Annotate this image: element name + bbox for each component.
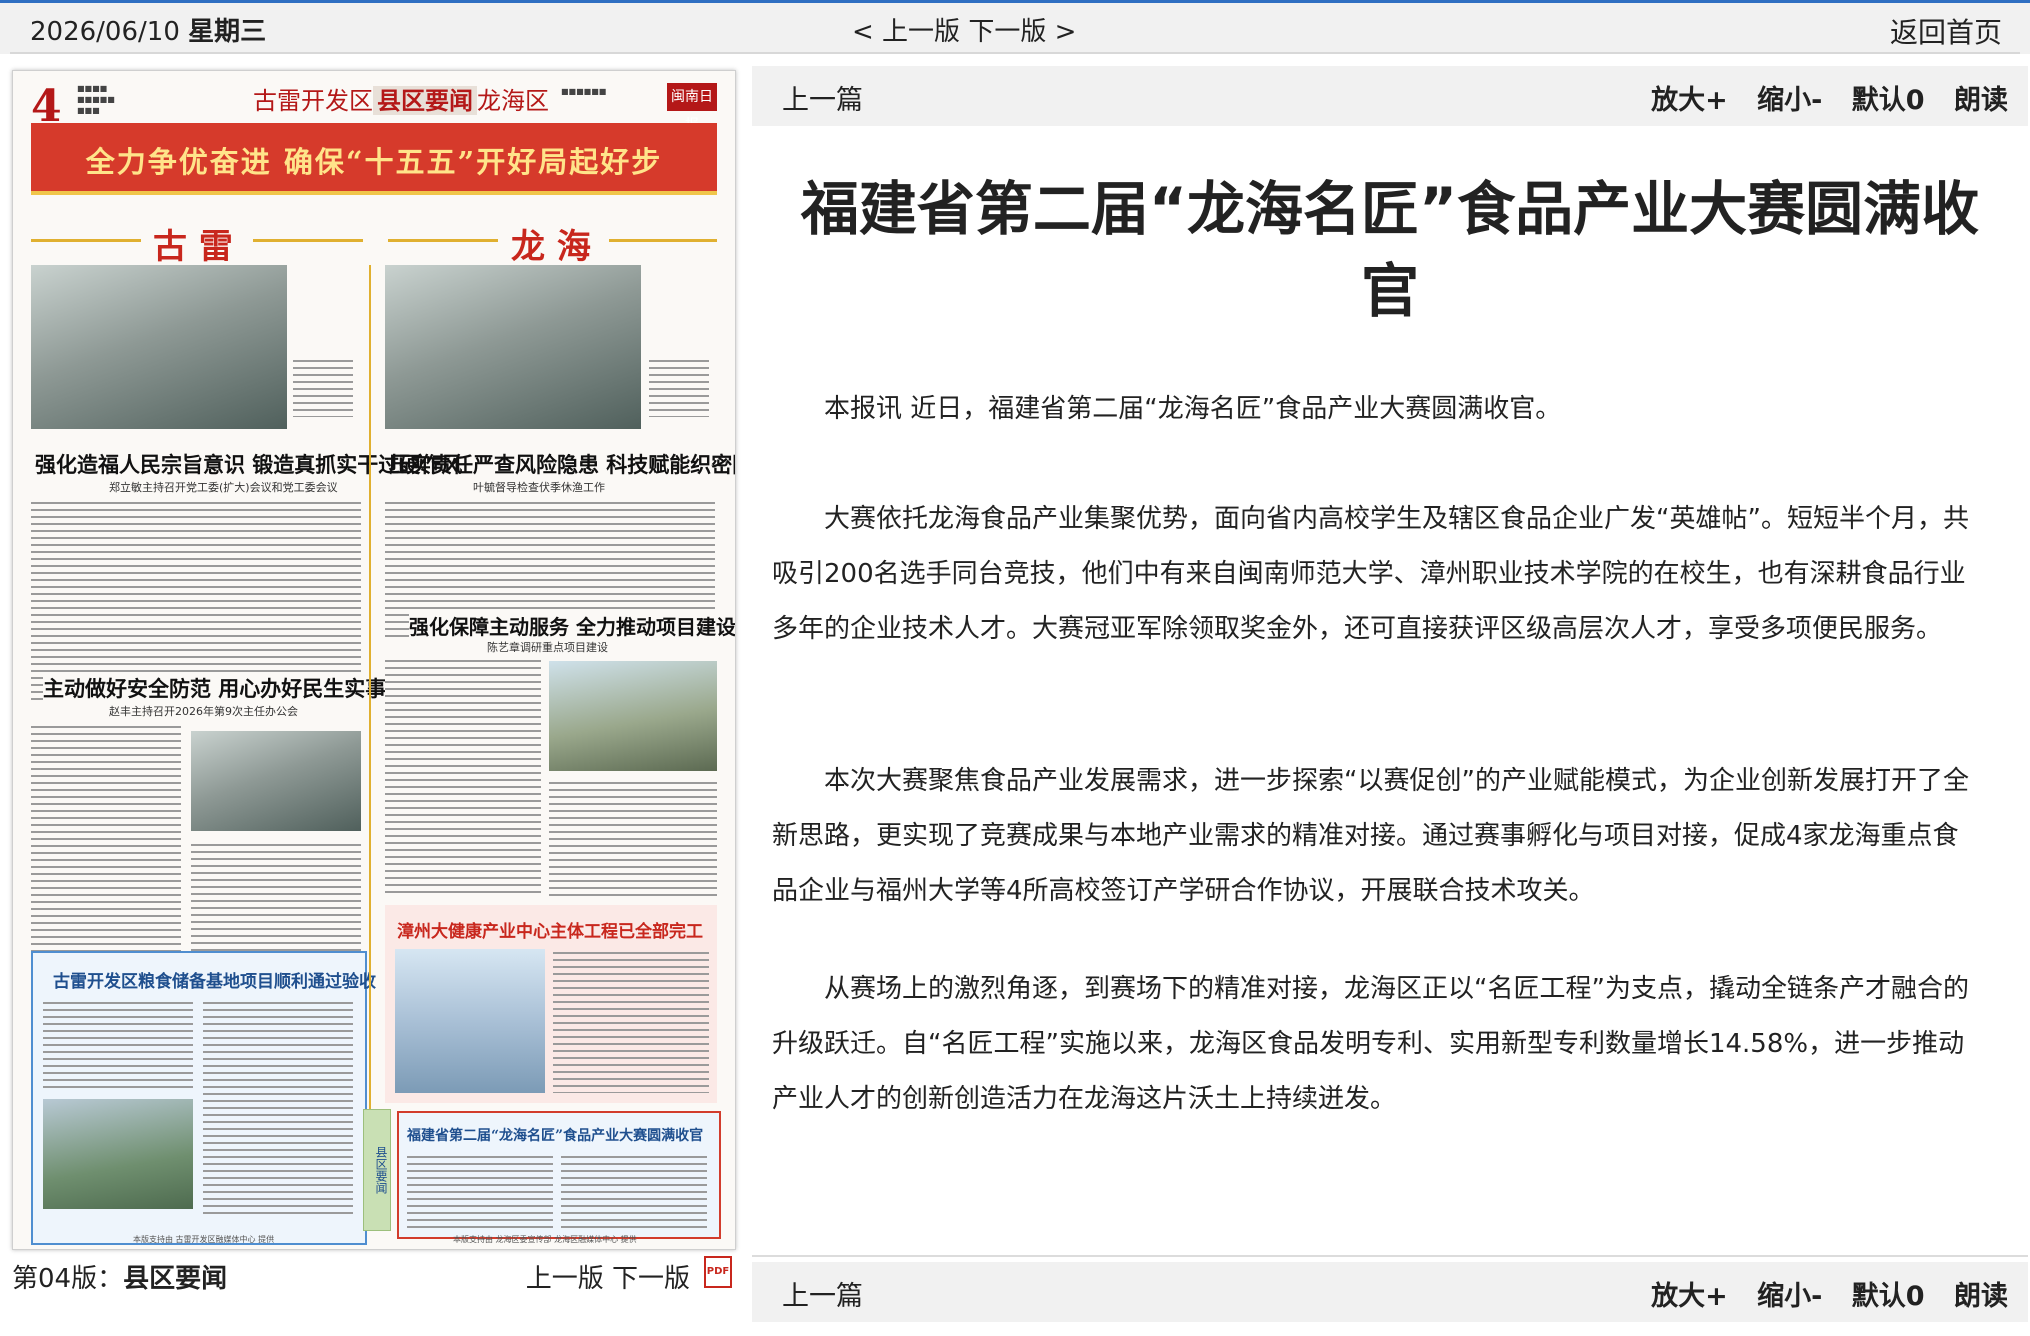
reader-tools: 放大+ 缩小- 默认0 朗读 <box>1631 78 2008 117</box>
article-paragraph: 从赛场上的激烈角逐，到赛场下的精准对接，龙海区正以“名匠工程”为支点，撬动全链条… <box>772 974 1969 1114</box>
photo-caption <box>293 357 353 417</box>
article-toolbar-bottom: 上一篇 放大+ 缩小- 默认0 朗读 <box>752 1262 2028 1322</box>
building-photo[interactable] <box>395 949 545 1093</box>
box-title: 漳州大健康产业中心主体工程已全部完工 <box>397 922 703 942</box>
page-banner: 全力争优奋进 确保“十五五”开好局起好步 <box>31 123 717 195</box>
zoom-in-button[interactable]: 放大+ <box>1651 85 1728 116</box>
vertical-section-tag: 县区要闻 <box>363 1109 391 1231</box>
issue-date: 2026/06/10 星期三 <box>30 17 267 47</box>
divider <box>31 239 141 242</box>
divider <box>609 239 717 242</box>
article-headline[interactable]: 强化保障主动服务 全力推动项目建设 <box>409 611 735 640</box>
site-visit-photo[interactable] <box>549 661 717 771</box>
page-header: 古雷开发区 县区要闻 龙海区 <box>253 86 549 115</box>
article-headline[interactable]: 压实责任严查风险隐患 科技赋能织密防控体系 <box>389 449 735 479</box>
zoom-in-button[interactable]: 放大+ <box>1651 1281 1728 1312</box>
section-title-left: 古 雷 <box>153 227 233 267</box>
divider <box>369 265 371 1133</box>
pdf-icon[interactable]: PDF <box>704 1256 732 1288</box>
page-date: ■■■■■■ <box>561 87 607 96</box>
home-link[interactable]: 返回首页 <box>1890 11 2002 51</box>
divider <box>388 239 498 242</box>
prev-edition-link[interactable]: 上一版 <box>526 1264 604 1294</box>
masthead-logo: 闽南日报 <box>667 83 717 133</box>
default-size-button[interactable]: 默认0 <box>1852 1281 1925 1312</box>
article-content: 福建省第二届“龙海名匠”食品产业大赛圆满收官 本报讯 近日，福建省第二届“龙海名… <box>752 150 2028 1260</box>
article-paragraph: 大赛依托龙海食品产业集聚优势，面向省内高校学生及辖区食品企业广发“英雄帖”。短短… <box>772 504 1969 644</box>
edition-nav: < 上一版 下一版 > <box>852 11 1076 48</box>
article-subtitle: 陈艺章调研重点项目建设 <box>487 639 608 655</box>
article-headline[interactable]: 主动做好安全防范 用心办好民生实事 <box>43 673 387 703</box>
newspaper-page[interactable]: 4 ■■■■■■■■■■■■ 古雷开发区县区要闻龙海区 ■■■■■■ 闽南日报 … <box>12 70 736 1250</box>
article-paragraph: 本报讯 近日，福建省第二届“龙海名匠”食品产业大赛圆满收官。 <box>824 394 1562 424</box>
news-box-left[interactable]: 古雷开发区粮食储备基地项目顺利通过验收 <box>31 951 376 1245</box>
top-bar: 2026/06/10 星期三 < 上一版 下一版 > 返回首页 <box>0 0 2030 54</box>
article-text <box>407 1153 553 1229</box>
article-text <box>43 999 193 1089</box>
article-subtitle: 叶毓督导检查伏季休渔工作 <box>473 481 605 494</box>
article-subtitle: 赵丰主持召开2026年第9次主任办公会 <box>109 703 298 719</box>
page-credits: ■■■■ ■■■■■ ■■■ <box>77 84 115 115</box>
page-footer-left: 本版支持由 古雷开发区融媒体中心 提供 <box>133 1235 275 1244</box>
page-footer-right: 本版支持由 龙海区委宣传部 龙海区融媒体中心 提供 <box>453 1235 637 1244</box>
article-text <box>203 999 353 1219</box>
next-edition-link[interactable]: 下一版 > <box>968 17 1076 47</box>
prev-edition-link[interactable]: < 上一版 <box>852 17 960 47</box>
box-title: 福建省第二届“龙海名匠”食品产业大赛圆满收官 <box>407 1128 704 1144</box>
prev-article-link[interactable]: 上一篇 <box>782 78 863 117</box>
meeting-photo[interactable] <box>191 731 361 831</box>
project-photo[interactable] <box>43 1099 193 1209</box>
edition-pager: 上一版 下一版 <box>526 1258 690 1295</box>
divider <box>253 239 363 242</box>
edition-label: 第04版：县区要闻 <box>12 1264 228 1294</box>
article-text <box>561 1153 707 1229</box>
read-aloud-button[interactable]: 朗读 <box>1954 85 2008 116</box>
article-text <box>385 657 541 897</box>
zoom-out-button[interactable]: 缩小- <box>1757 1281 1822 1312</box>
next-edition-link[interactable]: 下一版 <box>612 1264 690 1294</box>
article-toolbar-top: 上一篇 放大+ 缩小- 默认0 朗读 <box>752 66 2028 126</box>
read-aloud-button[interactable]: 朗读 <box>1954 1281 2008 1312</box>
zoom-out-button[interactable]: 缩小- <box>1757 85 1822 116</box>
highlighted-article-box[interactable]: 福建省第二届“龙海名匠”食品产业大赛圆满收官 <box>397 1111 721 1239</box>
article-title: 福建省第二届“龙海名匠”食品产业大赛圆满收官 <box>800 175 1980 325</box>
divider <box>752 1255 2028 1257</box>
photo-caption <box>649 357 709 417</box>
default-size-button[interactable]: 默认0 <box>1852 85 1925 116</box>
article-text <box>553 949 709 1093</box>
article-subtitle: 郑立敏主持召开党工委(扩大)会议和党工委会议 <box>109 481 338 494</box>
meeting-photo[interactable] <box>31 265 287 429</box>
inspection-photo[interactable] <box>385 265 641 429</box>
section-title-right: 龙 海 <box>511 227 591 267</box>
prev-article-link[interactable]: 上一篇 <box>782 1274 863 1313</box>
edition-bar: 第04版：县区要闻 上一版 下一版 PDF <box>12 1252 734 1295</box>
article-text <box>549 779 717 899</box>
divider <box>10 52 2020 54</box>
box-title: 古雷开发区粮食储备基地项目顺利通过验收 <box>53 972 376 992</box>
reader-tools: 放大+ 缩小- 默认0 朗读 <box>1631 1274 2008 1313</box>
article-paragraph: 本次大赛聚焦食品产业发展需求，进一步探索“以赛促创”的产业赋能模式，为企业创新发… <box>772 766 1969 906</box>
news-box-right[interactable]: 漳州大健康产业中心主体工程已全部完工 <box>385 905 717 1103</box>
